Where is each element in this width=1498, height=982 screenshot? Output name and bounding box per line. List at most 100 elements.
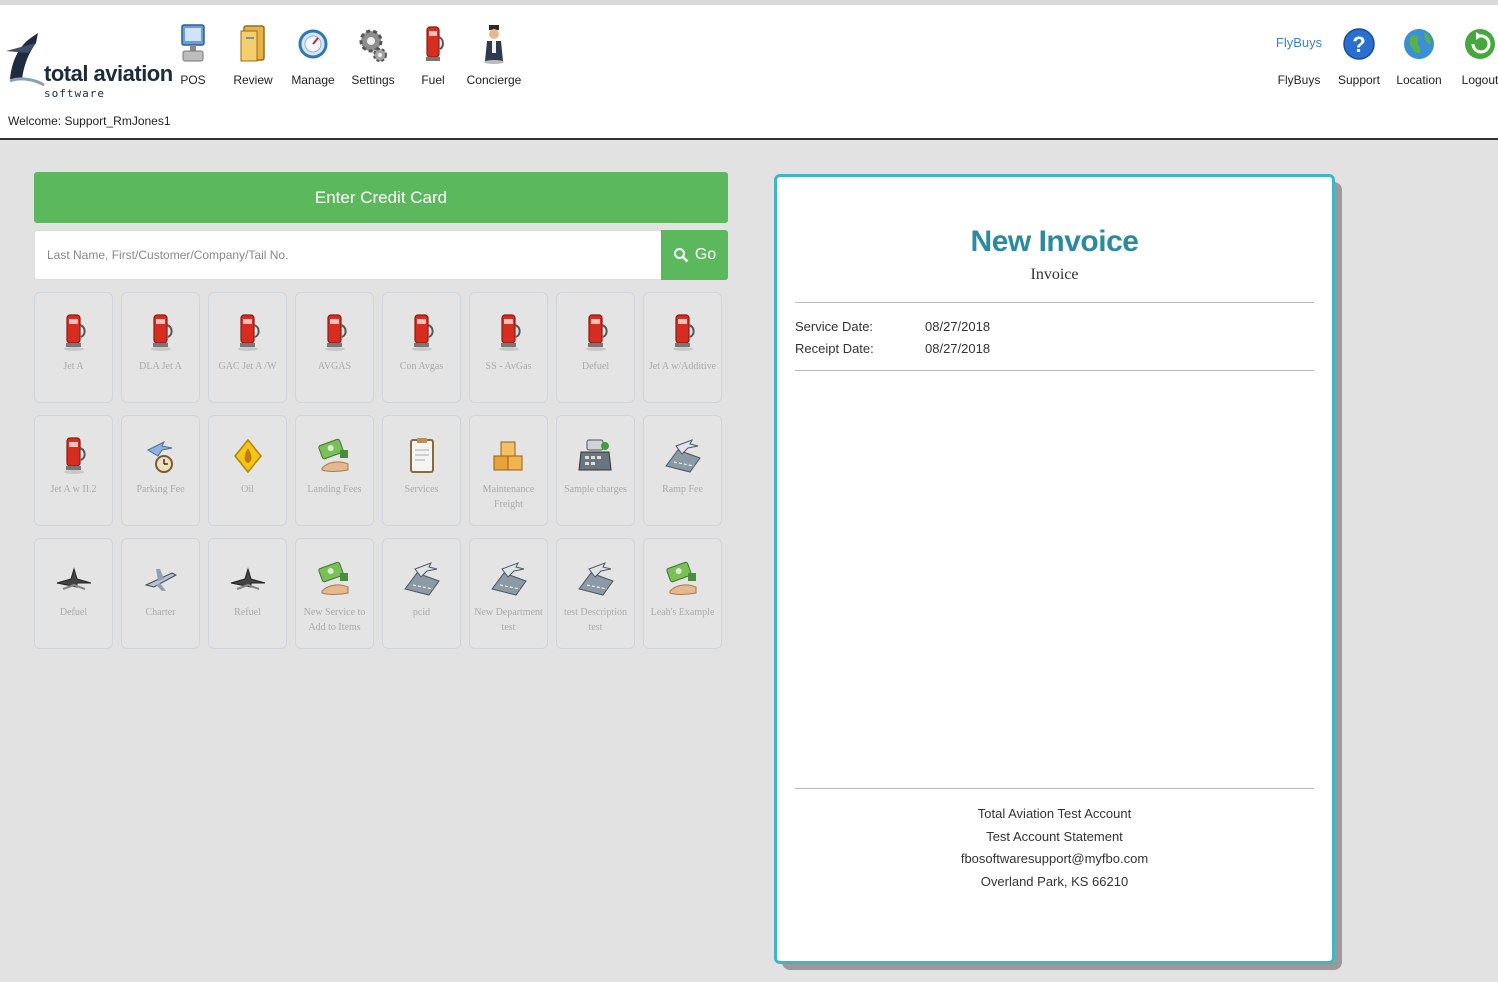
product-tile[interactable]: Defuel — [556, 292, 635, 403]
product-tile-label: New Service to Add to Items — [303, 607, 366, 633]
product-tile[interactable]: Charter — [121, 538, 200, 649]
product-tile[interactable]: Ramp Fee — [643, 415, 722, 526]
nav-logout[interactable]: Logout — [1450, 23, 1498, 95]
nav-location[interactable]: Location — [1389, 23, 1449, 95]
product-tile[interactable]: Jet A — [34, 292, 113, 403]
product-tile[interactable]: pcid — [382, 538, 461, 649]
footer-email: fbosoftwaresupport@myfbo.com — [960, 851, 1149, 866]
customer-search: Go — [34, 230, 728, 280]
service-date-label: Service Date: — [795, 319, 874, 334]
globe-icon — [1404, 29, 1434, 59]
product-tile[interactable]: Sample charges — [556, 415, 635, 526]
service-date-value: 08/27/2018 — [925, 319, 991, 334]
product-tile[interactable]: SS - AvGas — [469, 292, 548, 403]
product-tile-label: Maintenance Freight — [482, 484, 535, 510]
search-go-button[interactable]: Go — [661, 230, 728, 280]
product-tile-label: Con Avgas — [399, 361, 444, 372]
footer-account-name: Total Aviation Test Account — [977, 806, 1132, 821]
nav-support-label: Support — [1337, 73, 1381, 87]
product-tile[interactable]: New Department test — [469, 538, 548, 649]
go-label: Go — [694, 246, 717, 263]
app-header: total aviation software Welcome: Support… — [0, 0, 1498, 140]
flybuys-logo-text: FlyBuys — [1276, 35, 1323, 50]
nav-settings[interactable]: Settings — [343, 23, 403, 95]
folder-icon — [240, 25, 265, 62]
invoice-subtitle: Invoice — [1030, 266, 1079, 283]
service-date-row: Service Date: 08/27/2018 — [795, 319, 990, 334]
product-tile[interactable]: Jet A w/Additive — [643, 292, 722, 403]
product-tile-label: pcid — [412, 607, 431, 618]
product-tile[interactable]: Jet A w II.2 — [34, 415, 113, 526]
invoice-divider-middle — [795, 370, 1314, 371]
welcome-message: Welcome: Support_RmJones1 — [8, 114, 171, 128]
product-tile-label: Oil — [241, 484, 254, 495]
receipt-date-value: 08/27/2018 — [925, 341, 991, 356]
product-tile-label: Refuel — [234, 607, 261, 618]
nav-location-label: Location — [1396, 73, 1442, 87]
product-tile[interactable]: Services — [382, 415, 461, 526]
fuel-pump-icon — [426, 26, 444, 61]
receipt-date-row: Receipt Date: 08/27/2018 — [795, 341, 990, 356]
svg-text:?: ? — [1352, 32, 1365, 57]
product-tile[interactable]: Defuel — [34, 538, 113, 649]
receipt-date-label: Receipt Date: — [795, 341, 874, 356]
product-tile[interactable]: Refuel — [208, 538, 287, 649]
nav-manage[interactable]: Manage — [283, 23, 343, 95]
customer-search-input[interactable] — [34, 230, 662, 280]
nav-review-label: Review — [233, 73, 273, 87]
footer-address: Overland Park, KS 66210 — [980, 873, 1129, 889]
product-tile-label: SS - AvGas — [485, 361, 532, 372]
nav-pos[interactable]: POS — [163, 23, 223, 95]
product-tile[interactable]: test Description test — [556, 538, 635, 649]
product-tile[interactable]: AVGAS — [295, 292, 374, 403]
product-tile[interactable]: New Service to Add to Items — [295, 538, 374, 649]
product-tile-label: Leah's Example — [650, 607, 715, 618]
nav-manage-label: Manage — [291, 73, 335, 87]
help-icon: ? — [1343, 28, 1375, 60]
product-tile-label: test Description test — [563, 607, 628, 633]
nav-settings-label: Settings — [351, 73, 395, 87]
total-aviation-logo[interactable]: total aviation software — [6, 29, 173, 109]
pos-terminal-icon — [181, 24, 205, 62]
product-tile-label: Charter — [145, 607, 176, 618]
nav-concierge-label: Concierge — [466, 73, 522, 87]
logout-icon — [1465, 29, 1495, 59]
nav-flybuys[interactable]: FlyBuys FlyBuys — [1269, 23, 1329, 95]
product-tile-label: DLA Jet A — [139, 361, 182, 372]
product-tile[interactable]: Maintenance Freight — [469, 415, 548, 526]
product-tile[interactable]: Landing Fees — [295, 415, 374, 526]
product-tile[interactable]: Parking Fee — [121, 415, 200, 526]
logo-subtext: software — [44, 87, 105, 100]
product-tile-label: Services — [404, 484, 439, 495]
product-tile[interactable]: DLA Jet A — [121, 292, 200, 403]
product-tile-label: Jet A w II.2 — [50, 484, 97, 495]
gears-icon — [359, 29, 387, 62]
enter-credit-card-button[interactable]: Enter Credit Card — [34, 172, 728, 223]
invoice-footer: Total Aviation Test Account Test Account… — [777, 803, 1332, 893]
product-tile[interactable]: Oil — [208, 415, 287, 526]
product-tile-label: Defuel — [581, 361, 610, 372]
product-tile-label: Defuel — [59, 607, 88, 618]
product-tile-label: Jet A w/Additive — [648, 361, 717, 372]
nav-concierge[interactable]: Concierge — [464, 23, 524, 95]
concierge-icon — [484, 25, 504, 64]
product-tile-label: GAC Jet A /W — [218, 361, 277, 372]
nav-fuel[interactable]: Fuel — [403, 23, 463, 95]
nav-pos-label: POS — [180, 73, 206, 87]
invoice-title: New Invoice — [970, 225, 1139, 258]
product-tile-label: Ramp Fee — [662, 484, 703, 495]
product-tile-label: Sample charges — [564, 484, 627, 495]
product-tile[interactable]: Leah's Example — [643, 538, 722, 649]
invoice-divider-bottom — [795, 788, 1314, 789]
flybuys-logo-icon: FlyBuys — [1276, 35, 1323, 50]
product-tile[interactable]: Con Avgas — [382, 292, 461, 403]
product-tile-label: Jet A — [63, 361, 84, 372]
shark-fin-logo-icon — [6, 33, 45, 87]
product-tile[interactable]: GAC Jet A /W — [208, 292, 287, 403]
nav-support[interactable]: ? Support — [1329, 23, 1389, 95]
search-icon — [673, 248, 689, 263]
product-tile-label: New Department test — [474, 607, 543, 633]
nav-review[interactable]: Review — [223, 23, 283, 95]
dial-icon — [298, 29, 328, 59]
footer-statement: Test Account Statement — [986, 828, 1123, 844]
